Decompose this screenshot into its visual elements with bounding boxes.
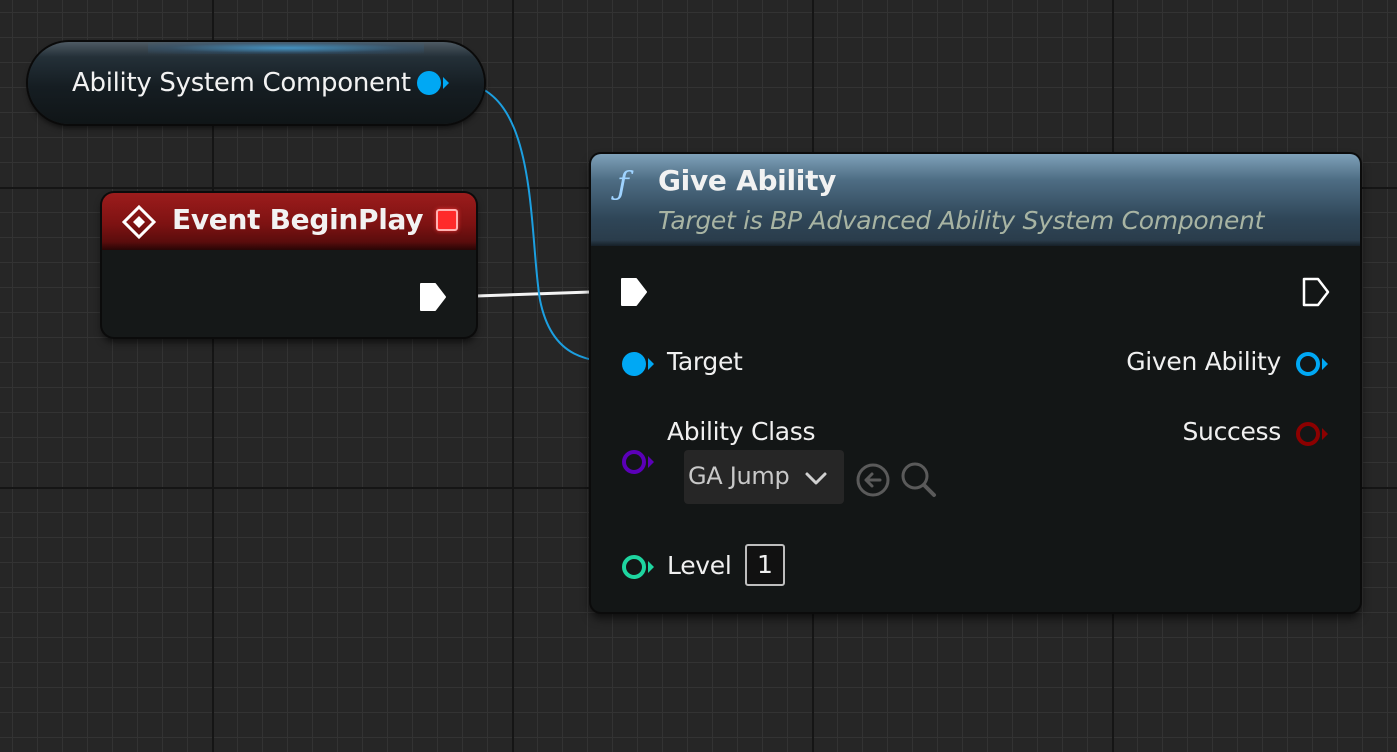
ability-system-component-node[interactable]: Ability System Component [28, 42, 484, 124]
use-selected-arrow-icon[interactable] [855, 462, 891, 498]
chevron-down-icon [805, 472, 827, 485]
exec-pin-out-icon[interactable] [1301, 276, 1331, 308]
target-label: Target [667, 347, 743, 376]
function-icon: ƒ [617, 164, 629, 202]
ability-class-label: Ability Class [667, 417, 816, 446]
exec-pin-out-icon[interactable] [418, 281, 448, 313]
level-pin-icon[interactable] [619, 551, 659, 583]
target-pin-icon[interactable] [619, 348, 659, 380]
ability-class-value: GA Jump [688, 462, 790, 490]
event-diamond-icon [122, 205, 156, 239]
given-ability-label: Given Ability [1126, 347, 1281, 376]
variable-label: Ability System Component [72, 68, 411, 98]
level-label: Level [667, 551, 732, 580]
success-label: Success [1182, 417, 1281, 446]
function-title: Give Ability [658, 164, 837, 197]
given-ability-pin-icon[interactable] [1293, 348, 1333, 380]
object-pin-out-icon[interactable] [414, 67, 454, 99]
stop-icon [436, 209, 458, 231]
give-ability-node[interactable]: ƒ Give Ability Target is BP Advanced Abi… [591, 154, 1360, 612]
event-title: Event BeginPlay [172, 203, 424, 236]
success-pin-icon[interactable] [1293, 418, 1333, 450]
level-input[interactable]: 1 [745, 544, 785, 586]
ability-class-dropdown[interactable]: GA Jump [684, 450, 844, 504]
magnifier-icon[interactable] [899, 460, 937, 498]
ability-class-pin-icon[interactable] [619, 446, 659, 478]
event-beginplay-node[interactable]: Event BeginPlay [102, 193, 476, 337]
exec-pin-in-icon[interactable] [619, 276, 649, 308]
function-subtitle: Target is BP Advanced Ability System Com… [658, 206, 1265, 235]
